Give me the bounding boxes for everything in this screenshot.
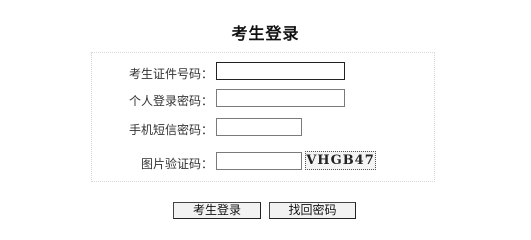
captcha-input[interactable]: [216, 152, 302, 170]
sms-code-input[interactable]: [216, 118, 302, 136]
password-row: 个人登录密码：: [0, 89, 531, 111]
sms-code-row: 手机短信密码：: [0, 118, 531, 140]
page-title: 考生登录: [231, 24, 300, 43]
captcha-row: 图片验证码： VHGB47: [0, 151, 531, 174]
id-number-label: 考生证件号码：: [128, 67, 213, 81]
id-number-row: 考生证件号码：: [0, 62, 531, 84]
password-input[interactable]: [216, 89, 345, 107]
captcha-image[interactable]: VHGB47: [305, 151, 376, 170]
password-label: 个人登录密码：: [128, 94, 213, 108]
sms-code-label: 手机短信密码：: [128, 123, 213, 137]
find-password-button[interactable]: 找回密码: [269, 202, 356, 219]
id-number-input[interactable]: [216, 62, 345, 80]
login-button[interactable]: 考生登录: [173, 202, 261, 219]
captcha-label: 图片验证码：: [140, 157, 213, 171]
